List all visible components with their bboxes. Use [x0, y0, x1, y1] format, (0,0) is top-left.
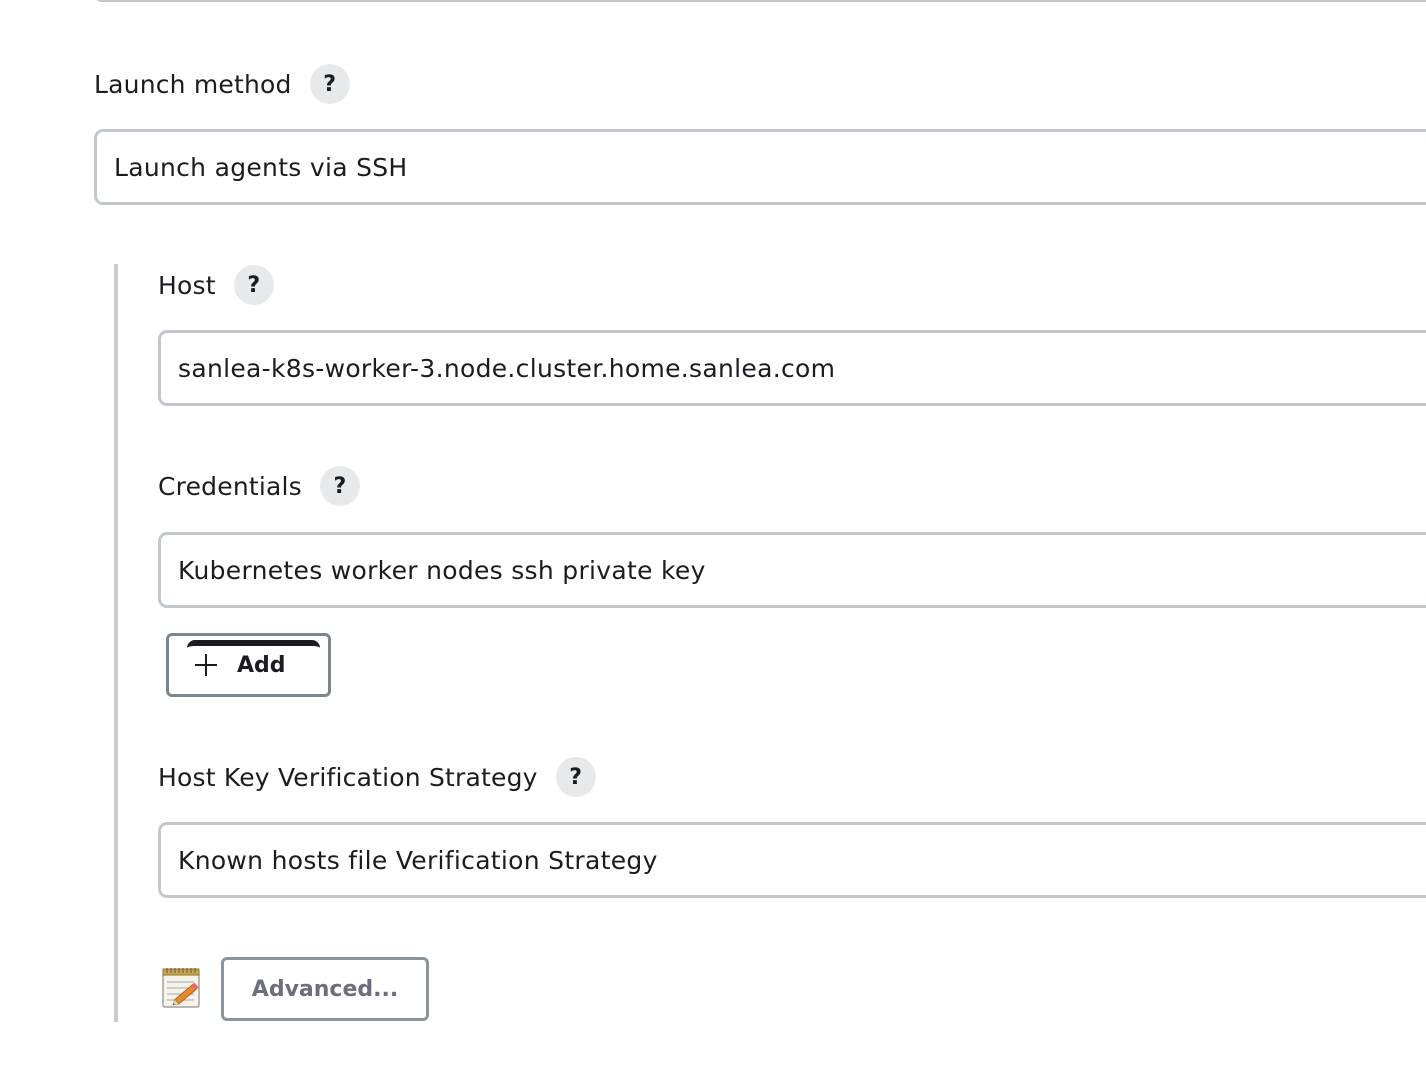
add-button-focus-line [187, 640, 320, 648]
host-key-strategy-help-icon[interactable]: ? [555, 757, 596, 797]
host-value: sanlea-k8s-worker-3.node.cluster.home.sa… [178, 353, 836, 383]
launch-method-help-icon[interactable]: ? [309, 64, 350, 104]
credentials-value: Kubernetes worker nodes ssh private key [178, 555, 706, 585]
credentials-label-row: Credentials ? [158, 466, 360, 506]
nested-section-bar [114, 264, 118, 1022]
host-label: Host [158, 270, 216, 300]
credentials-label: Credentials [158, 471, 302, 501]
previous-field[interactable] [94, 0, 1426, 2]
credentials-help-icon[interactable]: ? [319, 466, 360, 506]
notepad-icon[interactable] [160, 966, 204, 1010]
host-key-strategy-label: Host Key Verification Strategy [158, 762, 538, 792]
agent-launch-config: Launch method ? Launch agents via SSH Ho… [0, 0, 1426, 1068]
host-help-icon[interactable]: ? [233, 265, 274, 305]
launch-method-select[interactable]: Launch agents via SSH [94, 129, 1426, 205]
launch-method-label-row: Launch method ? [94, 64, 350, 104]
add-button-label: Add [237, 652, 286, 678]
advanced-button[interactable]: Advanced... [221, 957, 429, 1021]
host-key-strategy-select[interactable]: Known hosts file Verification Strategy [158, 822, 1426, 898]
credentials-select[interactable]: Kubernetes worker nodes ssh private key [158, 532, 1426, 608]
launch-method-value: Launch agents via SSH [114, 152, 408, 182]
host-key-strategy-value: Known hosts file Verification Strategy [178, 845, 658, 875]
host-label-row: Host ? [158, 265, 274, 305]
plus-icon [195, 654, 217, 676]
host-key-strategy-label-row: Host Key Verification Strategy ? [158, 757, 596, 797]
host-input[interactable]: sanlea-k8s-worker-3.node.cluster.home.sa… [158, 330, 1426, 406]
launch-method-label: Launch method [94, 69, 292, 99]
add-credentials-button[interactable]: Add [166, 633, 331, 697]
